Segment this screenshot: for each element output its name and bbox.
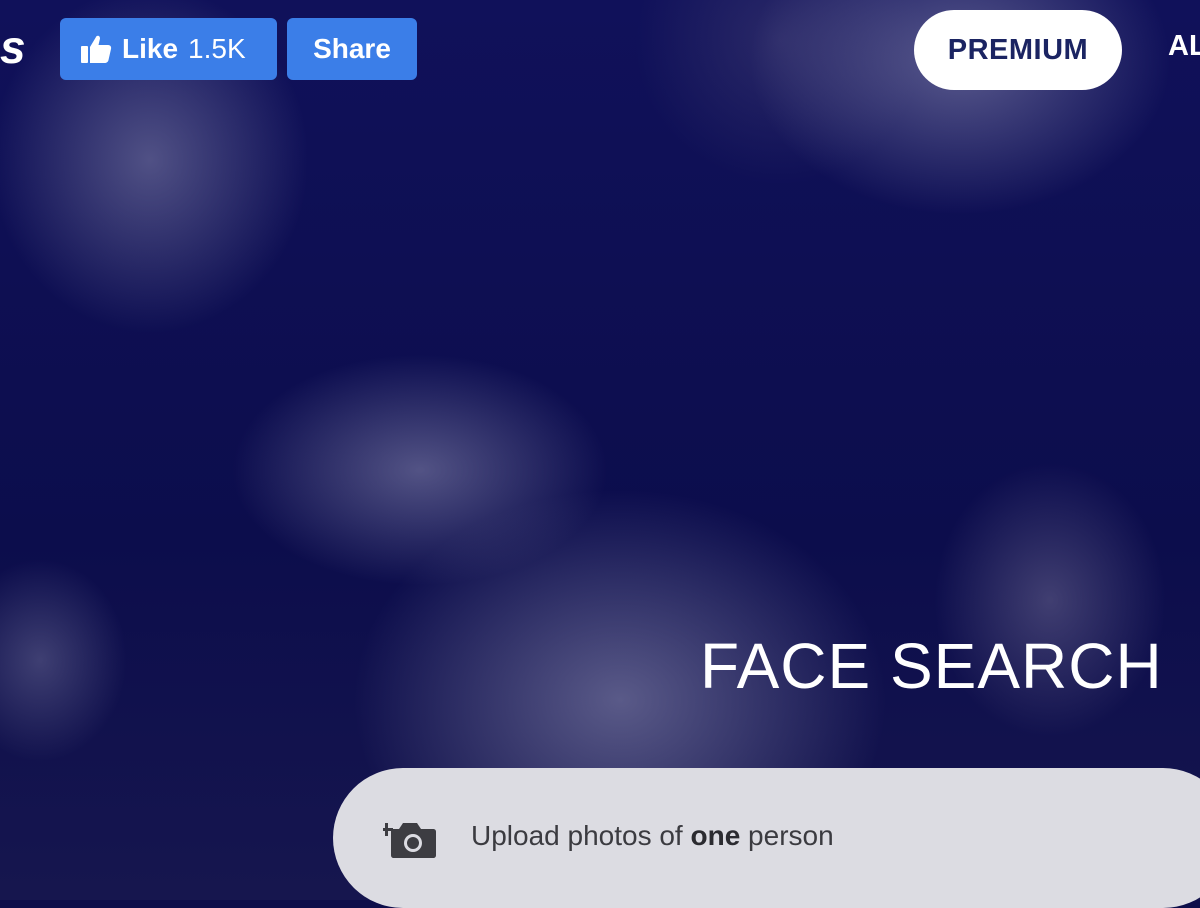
hero-background-image bbox=[0, 0, 1200, 900]
premium-label: PREMIUM bbox=[947, 33, 1089, 66]
add-photo-camera-icon bbox=[383, 823, 436, 858]
upload-emphasis: one bbox=[690, 820, 741, 851]
thumbs-up-icon bbox=[81, 35, 112, 63]
share-label: Share bbox=[313, 33, 391, 64]
premium-button[interactable]: PREMIUM bbox=[914, 10, 1122, 90]
facebook-like-button[interactable]: Like 1.5K bbox=[60, 18, 277, 80]
site-logo[interactable]: s bbox=[0, 22, 30, 72]
upload-photo-dropzone[interactable]: Upload photos of one person bbox=[333, 768, 1200, 908]
like-label: Like bbox=[122, 33, 179, 64]
like-count: 1.5K bbox=[188, 33, 246, 64]
facebook-share-button[interactable]: Share bbox=[287, 18, 417, 80]
nav-link-truncated[interactable]: AL bbox=[1168, 30, 1200, 63]
upload-instruction-text: Upload photos of one person bbox=[471, 820, 834, 851]
page-title: FACE SEARCH bbox=[700, 630, 1163, 702]
